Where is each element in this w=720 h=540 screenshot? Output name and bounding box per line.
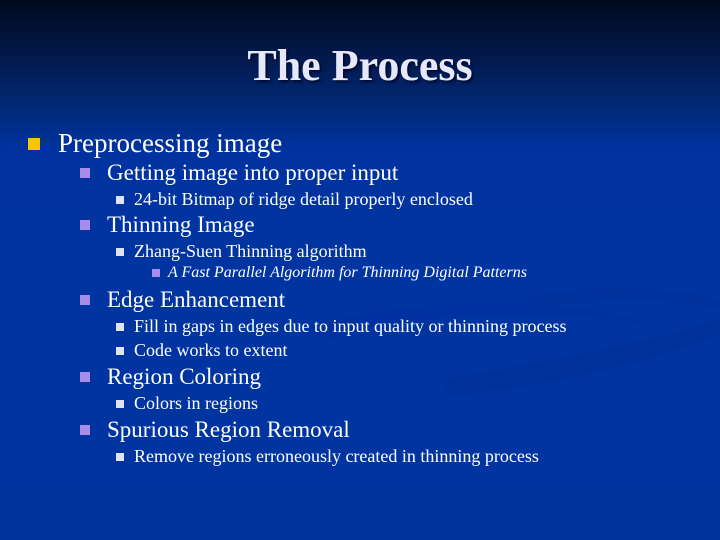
bullet-text: Spurious Region Removal: [107, 417, 350, 442]
bullet-text: 24-bit Bitmap of ridge detail properly e…: [134, 189, 473, 209]
bullet-item: Preprocessing image: [28, 128, 282, 159]
square-bullet-icon: [28, 137, 40, 150]
bullet-item: Zhang-Suen Thinning algorithm: [116, 241, 367, 262]
bullet-text: A Fast Parallel Algorithm for Thinning D…: [168, 264, 527, 281]
slide-title: The Process: [247, 41, 473, 90]
square-bullet-icon: [116, 452, 124, 461]
bullet-text: Edge Enhancement: [107, 287, 286, 312]
square-bullet-icon: [152, 269, 160, 277]
bullet-item: Code works to extent: [116, 340, 287, 361]
bullet-text: Thinning Image: [107, 212, 255, 237]
bullet-text: Preprocessing image: [58, 128, 283, 158]
bullet-item: Spurious Region Removal: [80, 417, 350, 443]
bullet-item: Getting image into proper input: [80, 160, 398, 186]
square-bullet-icon: [80, 168, 90, 178]
square-bullet-icon: [80, 295, 90, 305]
bullet-text: Region Coloring: [107, 364, 261, 389]
square-bullet-icon: [116, 346, 124, 355]
bullet-item: 24-bit Bitmap of ridge detail properly e…: [116, 189, 473, 210]
square-bullet-icon: [80, 220, 90, 230]
bullet-text: Code works to extent: [134, 340, 288, 360]
bullet-text: Colors in regions: [134, 393, 258, 413]
bullet-item: Remove regions erroneously created in th…: [116, 446, 539, 467]
bullet-text: Zhang-Suen Thinning algorithm: [134, 241, 367, 261]
bullet-item: Thinning Image: [80, 212, 255, 238]
square-bullet-icon: [116, 399, 124, 408]
square-bullet-icon: [116, 322, 124, 331]
bullet-text: Remove regions erroneously created in th…: [134, 446, 539, 466]
bullet-text: Getting image into proper input: [107, 160, 399, 185]
bullet-item: Colors in regions: [116, 393, 258, 414]
square-bullet-icon: [116, 195, 124, 204]
square-bullet-icon: [80, 425, 90, 435]
bullet-item: A Fast Parallel Algorithm for Thinning D…: [152, 264, 527, 282]
bullet-text: Fill in gaps in edges due to input quali…: [134, 316, 567, 336]
bullet-item: Edge Enhancement: [80, 287, 285, 313]
square-bullet-icon: [116, 247, 124, 256]
bullet-item: Region Coloring: [80, 364, 261, 390]
bullet-item: Fill in gaps in edges due to input quali…: [116, 316, 566, 337]
square-bullet-icon: [80, 372, 90, 382]
